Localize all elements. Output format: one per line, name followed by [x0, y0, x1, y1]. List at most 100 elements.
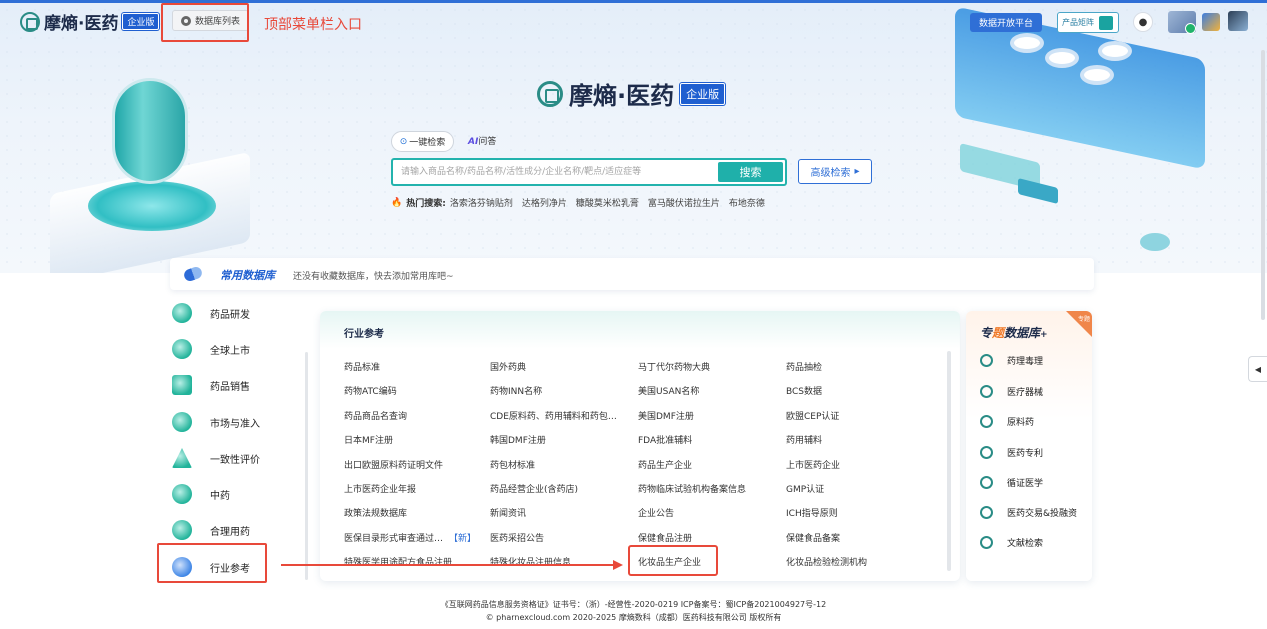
- verified-badge-icon: [1185, 23, 1196, 34]
- industry-item[interactable]: 马丁代尔药物大典: [638, 360, 778, 373]
- special-item[interactable]: 药理毒理: [980, 354, 1043, 367]
- pill-shape: [1098, 41, 1132, 61]
- open-platform-button[interactable]: 数据开放平台: [970, 13, 1042, 32]
- industry-item[interactable]: 新闻资讯: [490, 506, 630, 519]
- special-item[interactable]: 医药交易&投融资: [980, 506, 1077, 519]
- industry-item[interactable]: 药用辅料: [786, 433, 926, 446]
- nav-item-global-market[interactable]: 全球上市: [160, 331, 270, 367]
- site-logo[interactable]: 摩熵·医药 企业版: [20, 9, 160, 34]
- special-item[interactable]: 医药专利: [980, 446, 1043, 459]
- search-tab-icon: ⊙: [399, 136, 408, 147]
- annotation-arrow: [281, 564, 615, 566]
- industry-item[interactable]: 药物INN名称: [490, 384, 630, 397]
- industry-item-label: 政策法规数据库: [344, 509, 408, 520]
- search-input[interactable]: [401, 164, 701, 180]
- ribbon-label: 专题: [1077, 316, 1090, 323]
- footer-copyright: © pharnexcloud.com 2020-2025 摩熵数科（成都）医药科…: [485, 613, 782, 622]
- industry-item[interactable]: FDA批准辅料: [638, 433, 778, 446]
- industry-item[interactable]: 保健食品注册: [638, 531, 778, 544]
- footer: 《互联网药品信息服务资格证》证书号：（浙）-经营性-2020-0219 ICP备…: [0, 598, 1267, 624]
- hot-search-item[interactable]: 达格列净片: [522, 196, 567, 209]
- special-item[interactable]: 循证医学: [980, 476, 1043, 489]
- nav-item-market-access[interactable]: 市场与准入: [160, 404, 270, 440]
- industry-item[interactable]: 政策法规数据库: [344, 506, 484, 519]
- industry-item-label: 药用辅料: [786, 436, 823, 447]
- industry-item[interactable]: 药品经营企业(含药店): [490, 482, 630, 495]
- footer-license: 《互联网药品信息服务资格证》证书号：（浙）-经营性-2020-0219 ICP备…: [440, 600, 827, 609]
- product-matrix-button[interactable]: 产品矩阵: [1057, 12, 1119, 33]
- shield-icon: [172, 520, 192, 540]
- nav-item-drug-rd[interactable]: 药品研发: [160, 300, 270, 331]
- hot-search-item[interactable]: 洛索洛芬钠贴剂: [450, 196, 513, 209]
- open-platform-label: 数据开放平台: [978, 19, 1033, 29]
- industry-item[interactable]: 美国DMF注册: [638, 409, 778, 422]
- industry-item[interactable]: 药物临床试验机构备案信息: [638, 482, 778, 495]
- industry-reference-panel: 行业参考 药品标准 国外药典 马丁代尔药物大典 药品抽检 药物ATC编码 药物INN名称美…: [320, 311, 960, 581]
- tab-search-label: 一键检索: [409, 138, 446, 148]
- nav-item-tcm[interactable]: 中药: [160, 476, 270, 512]
- industry-item[interactable]: 日本MF注册: [344, 433, 484, 446]
- industry-item[interactable]: 特殊化妆品注册信息: [490, 555, 630, 568]
- industry-item[interactable]: ICH指导原则: [786, 506, 926, 519]
- hot-search-item[interactable]: 布地奈德: [729, 196, 765, 209]
- tab-ai-label: 问答: [478, 137, 497, 147]
- sparkle-icon: +: [1040, 330, 1048, 340]
- industry-item[interactable]: 上市医药企业: [786, 458, 926, 471]
- page-scrollbar[interactable]: [1261, 50, 1265, 320]
- special-item[interactable]: 原料药: [980, 415, 1034, 428]
- nav-label: 市场与准入: [210, 418, 260, 430]
- industry-item[interactable]: GMP认证: [786, 482, 926, 495]
- database-icon: [980, 415, 993, 428]
- special-item[interactable]: 医疗器械: [980, 385, 1043, 398]
- database-icon: [980, 476, 993, 489]
- industry-item[interactable]: 韩国DMF注册: [490, 433, 630, 446]
- industry-item-label: 药品商品名查询: [344, 411, 408, 422]
- industry-item[interactable]: 上市医药企业年报: [344, 482, 484, 495]
- app-switch-icon[interactable]: [1202, 13, 1220, 31]
- tab-ai-qa[interactable]: AI问答: [468, 134, 496, 147]
- annotation-arrow-head: [613, 560, 623, 570]
- nav-scrollbar[interactable]: [305, 352, 308, 580]
- industry-item-label: BCS数据: [786, 387, 823, 398]
- industry-item[interactable]: 欧盟CEP认证: [786, 409, 926, 422]
- industry-item[interactable]: 国外药典: [490, 360, 630, 373]
- industry-item[interactable]: 药包材标准: [490, 458, 630, 471]
- industry-item[interactable]: 美国USAN名称: [638, 384, 778, 397]
- hot-label: 热门搜索:: [406, 199, 446, 209]
- search-button[interactable]: 搜索: [718, 162, 783, 182]
- hot-search-item[interactable]: 富马酸伏诺拉生片: [648, 196, 720, 209]
- nav-item-consistency-eval[interactable]: 一致性评价: [160, 440, 270, 476]
- industry-item[interactable]: 药品标准: [344, 360, 484, 373]
- industry-item[interactable]: 保健食品备案: [786, 531, 926, 544]
- industry-item[interactable]: 特殊医学用途配方食品注册: [344, 555, 484, 568]
- hero-mic-illustration: [115, 81, 185, 181]
- industry-item[interactable]: 药物ATC编码: [344, 384, 484, 397]
- hero-mic-base-illustration: [88, 181, 216, 231]
- industry-item[interactable]: 医保目录形式审查通过… 【新】: [344, 531, 484, 544]
- industry-item-label: 药物临床试验机构备案信息: [638, 485, 747, 495]
- nav-item-drug-sales[interactable]: 药品销售: [160, 367, 270, 403]
- industry-item[interactable]: BCS数据: [786, 384, 926, 397]
- industry-item[interactable]: 出口欧盟原料药证明文件: [344, 458, 484, 471]
- special-item[interactable]: 文献检索: [980, 536, 1043, 549]
- industry-item[interactable]: 药品商品名查询: [344, 409, 484, 422]
- hot-search-item[interactable]: 糠酸莫米松乳膏: [576, 196, 639, 209]
- industry-item[interactable]: 医药采招公告: [490, 531, 630, 544]
- user-profile-icon[interactable]: [1228, 11, 1248, 31]
- panel-scrollbar[interactable]: [947, 351, 951, 571]
- special-item-label: 药理毒理: [1007, 357, 1044, 367]
- tab-one-click-search[interactable]: ⊙ 一键检索: [391, 131, 454, 152]
- industry-item-label: 药物ATC编码: [344, 387, 397, 398]
- industry-item[interactable]: 企业公告: [638, 506, 778, 519]
- collapse-panel-icon[interactable]: ◀: [1248, 356, 1267, 382]
- industry-item[interactable]: 化妆品检验检测机构: [786, 555, 926, 568]
- bar-chart-icon: [172, 375, 192, 395]
- hero-logo-icon: [537, 80, 563, 107]
- industry-item-label: 欧盟CEP认证: [786, 411, 840, 422]
- industry-item-label: 马丁代尔药物大典: [638, 363, 711, 373]
- advanced-search-button[interactable]: 高级检索 ▸: [798, 159, 872, 184]
- industry-item[interactable]: CDE原料药、药用辅料和药包…: [490, 409, 630, 422]
- bell-icon[interactable]: ●: [1133, 12, 1153, 32]
- industry-item[interactable]: 药品生产企业: [638, 458, 778, 471]
- industry-item[interactable]: 药品抽检: [786, 360, 926, 373]
